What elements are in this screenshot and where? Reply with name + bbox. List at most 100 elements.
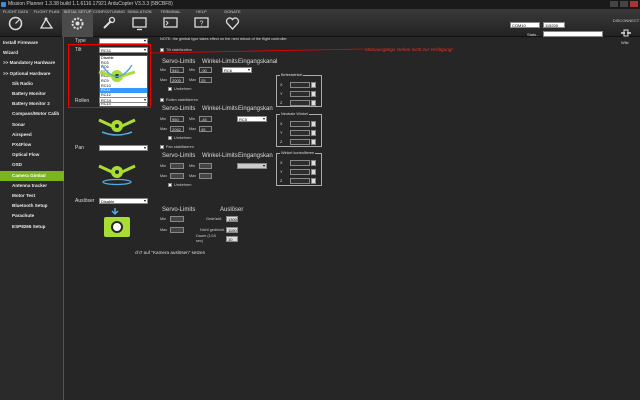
roll-angle-limits-header: Winkel-Limits <box>202 106 238 112</box>
tilt-servo-max-input[interactable]: 2000 <box>170 77 184 83</box>
tilt-gimbal-icon <box>98 64 136 82</box>
axis-spinner[interactable] <box>311 160 316 166</box>
axis-spinner[interactable] <box>311 100 316 106</box>
axis-spinner[interactable] <box>311 91 316 97</box>
tilt-stabilize-checkbox[interactable] <box>160 48 164 52</box>
axis-spinner[interactable] <box>311 139 316 145</box>
sidebar-item[interactable]: Motor Test <box>0 191 64 201</box>
axis-value-field[interactable] <box>290 100 310 106</box>
tilt-input-channel-select[interactable]: RC6 <box>222 67 252 73</box>
tilt-servo-min-input[interactable]: 940 <box>170 67 184 73</box>
sidebar-item[interactable]: Airspeed <box>0 130 64 140</box>
pan-label: Pan <box>75 145 84 151</box>
sidebar-item[interactable]: >> Optional Hardware <box>0 69 64 79</box>
sidebar-item[interactable]: ESP8266 Setup <box>0 222 64 232</box>
toolbar-donate-label: DONATE <box>224 9 241 14</box>
neutral-angles-group-title: Neutrale Winkel <box>280 112 309 116</box>
roll-servo-max-input[interactable]: 2062 <box>170 126 184 132</box>
shutter-pressed-input[interactable]: 1300 <box>226 216 238 222</box>
baud-rate-select[interactable]: 115200 <box>543 22 565 28</box>
roll-angle-min-input[interactable]: -45 <box>199 116 212 122</box>
sidebar-item[interactable]: Sik Radio <box>0 79 64 89</box>
pan-angle-max-label: Max <box>189 174 197 178</box>
sidebar-item[interactable]: Install Firmware <box>0 38 64 48</box>
axis-spinner[interactable] <box>311 169 316 175</box>
sidebar-item[interactable]: Sonar <box>0 120 64 130</box>
tilt-stabilize-label: Tilt stabilization <box>166 48 192 52</box>
shutter-servo-min-input[interactable] <box>170 216 184 222</box>
minimize-button[interactable] <box>610 1 618 7</box>
tilt-angle-max-input[interactable]: 25 <box>199 77 212 83</box>
axis-value-field[interactable] <box>290 130 310 136</box>
axis-spinner[interactable] <box>311 130 316 136</box>
pan-stabilize-checkbox[interactable] <box>160 145 164 149</box>
axis-value-field[interactable] <box>290 82 310 88</box>
config-tuning-icon <box>103 16 116 29</box>
sidebar-item[interactable]: Parachute <box>0 211 64 221</box>
main-toolbar: FLIGHT DATA FLIGHT PLAN INITIAL SETUP CO… <box>0 9 640 37</box>
axis-label: Y <box>280 131 283 135</box>
simulation-icon <box>132 17 147 31</box>
axis-label: X <box>280 161 283 165</box>
pan-servo-min-input[interactable] <box>170 163 184 169</box>
axis-spinner[interactable] <box>311 82 316 88</box>
toolbar-donate[interactable]: DONATE <box>217 9 248 37</box>
axis-label: Y <box>280 170 283 174</box>
com-port-select[interactable]: COM10 <box>510 22 540 28</box>
roll-angle-min-label: Min <box>189 117 196 121</box>
roll-stabilize-checkbox[interactable] <box>160 98 164 102</box>
axis-spinner[interactable] <box>311 178 316 184</box>
tilt-angle-min-input[interactable]: -90 <box>199 67 212 73</box>
pan-reverse-checkbox[interactable] <box>168 183 172 187</box>
axis-value-field[interactable] <box>290 169 310 175</box>
sidebar-item[interactable]: Optical Flow <box>0 150 64 160</box>
toolbar-flight-plan[interactable]: FLIGHT PLAN <box>31 9 62 37</box>
close-button[interactable] <box>630 1 638 7</box>
axis-value-field[interactable] <box>290 178 310 184</box>
axis-value-field[interactable] <box>290 139 310 145</box>
roll-servo-min-input[interactable]: 950 <box>170 116 184 122</box>
pan-servo-max-input[interactable] <box>170 173 184 179</box>
sidebar-item[interactable]: OSD <box>0 160 64 170</box>
pan-angle-limits-header: Winkel-Limits <box>202 153 238 159</box>
roll-input-channel-select[interactable]: RC5 <box>237 116 267 122</box>
sidebar-item[interactable]: >> Mandatory Hardware <box>0 58 64 68</box>
toolbar-help[interactable]: HELP ? <box>186 9 217 37</box>
toolbar-initial-setup[interactable]: INITIAL SETUP <box>62 9 93 37</box>
sidebar-item[interactable]: Wizard <box>0 48 64 58</box>
axis-spinner[interactable] <box>311 121 316 127</box>
pan-angle-min-input[interactable] <box>199 163 212 169</box>
toolbar-simulation[interactable]: SIMULATION <box>124 9 155 37</box>
pan-gimbal-icon <box>98 164 136 186</box>
sidebar-item[interactable]: PX4Flow <box>0 140 64 150</box>
shutter-channel-select[interactable]: Disable <box>99 198 148 204</box>
shutter-duration-input[interactable]: 10 <box>226 236 238 242</box>
toolbar-config-tuning[interactable]: CONFIG/TUNING <box>93 9 125 37</box>
sidebar-item[interactable]: Compass/Motor Calib <box>0 109 64 119</box>
wiki-link[interactable]: Wiki <box>621 40 629 45</box>
pan-angle-max-input[interactable] <box>199 173 212 179</box>
tilt-input-channel-header: Eingangskanal <box>238 59 278 65</box>
roll-channel-select[interactable]: RC10 <box>99 97 148 103</box>
roll-servo-min-label: Min <box>160 117 167 121</box>
sidebar-item[interactable]: Antenna tracker <box>0 181 64 191</box>
axis-value-field[interactable] <box>290 160 310 166</box>
toolbar-flight-data[interactable]: FLIGHT DATA <box>0 9 31 37</box>
sidebar-item[interactable]: Battery Monitor 2 <box>0 99 64 109</box>
sidebar-item[interactable]: Battery Monitor <box>0 89 64 99</box>
shutter-not-pressed-input[interactable]: 1100 <box>226 227 238 233</box>
shutter-servo-max-input[interactable] <box>170 227 184 233</box>
axis-value-field[interactable] <box>290 121 310 127</box>
maximize-button[interactable] <box>620 1 628 7</box>
tilt-servo-limits-header: Servo-Limits <box>162 59 196 65</box>
sidebar-item[interactable]: Bluetooth Setup <box>0 201 64 211</box>
toolbar-terminal[interactable]: TERMINAL <box>155 9 186 37</box>
roll-reverse-checkbox[interactable] <box>168 136 172 140</box>
roll-angle-max-input[interactable]: 45 <box>199 126 212 132</box>
pan-input-channel-select[interactable] <box>237 163 267 169</box>
pan-channel-select[interactable] <box>99 145 148 151</box>
axis-value-field[interactable] <box>290 91 310 97</box>
help-icon: ? <box>194 17 209 28</box>
sidebar-item[interactable]: Camera Gimbal <box>0 170 64 181</box>
tilt-reverse-checkbox[interactable] <box>168 87 172 91</box>
